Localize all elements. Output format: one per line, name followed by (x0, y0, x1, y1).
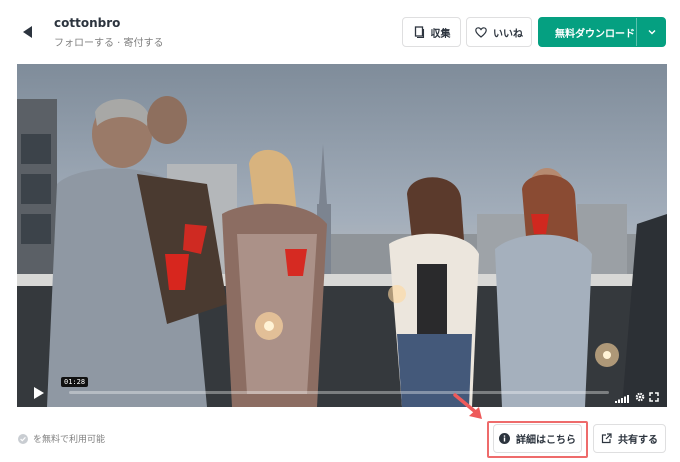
like-button[interactable]: いいね (466, 17, 532, 47)
info-icon (499, 433, 510, 444)
follow-donate-links[interactable]: フォローする · 寄付する (54, 34, 164, 49)
like-label: いいね (493, 28, 523, 40)
volume-button[interactable] (615, 388, 629, 407)
collection-icon (414, 26, 424, 38)
free-license-text: を無料で利用可能 (33, 435, 106, 445)
collect-label: 収集 (430, 28, 451, 40)
play-button[interactable] (33, 385, 45, 404)
share-label: 共有する (618, 435, 658, 446)
details-button[interactable]: 詳細はこちら (493, 424, 582, 453)
current-time-tooltip: 01:28 (61, 377, 89, 387)
share-button[interactable]: 共有する (593, 424, 666, 453)
collect-button[interactable]: 収集 (402, 17, 461, 47)
download-options-toggle[interactable] (647, 27, 657, 40)
free-license-note: を無料で利用可能 (18, 432, 105, 445)
author-name[interactable]: cottonbro (54, 16, 120, 30)
progress-bar[interactable] (69, 391, 609, 394)
video-frame (17, 64, 667, 407)
heart-icon (475, 26, 487, 38)
fullscreen-button[interactable] (649, 387, 659, 406)
check-circle-icon (18, 433, 28, 444)
volume-icon (615, 395, 629, 403)
video-player[interactable]: 01:28 (17, 64, 667, 407)
download-label: 無料ダウンロード (555, 28, 635, 40)
share-icon (601, 433, 612, 444)
annotation-arrow-icon (453, 393, 482, 419)
video-controls: 01:28 (17, 377, 667, 407)
chevron-down-icon (648, 30, 656, 35)
download-button[interactable]: 無料ダウンロード (538, 17, 666, 47)
back-button[interactable] (18, 22, 38, 42)
back-arrow-icon (23, 26, 32, 38)
play-icon (34, 387, 44, 399)
download-divider (636, 18, 637, 46)
settings-icon (635, 392, 645, 402)
settings-button[interactable] (635, 387, 645, 406)
fullscreen-icon (649, 392, 659, 402)
details-label: 詳細はこちら (516, 435, 576, 446)
